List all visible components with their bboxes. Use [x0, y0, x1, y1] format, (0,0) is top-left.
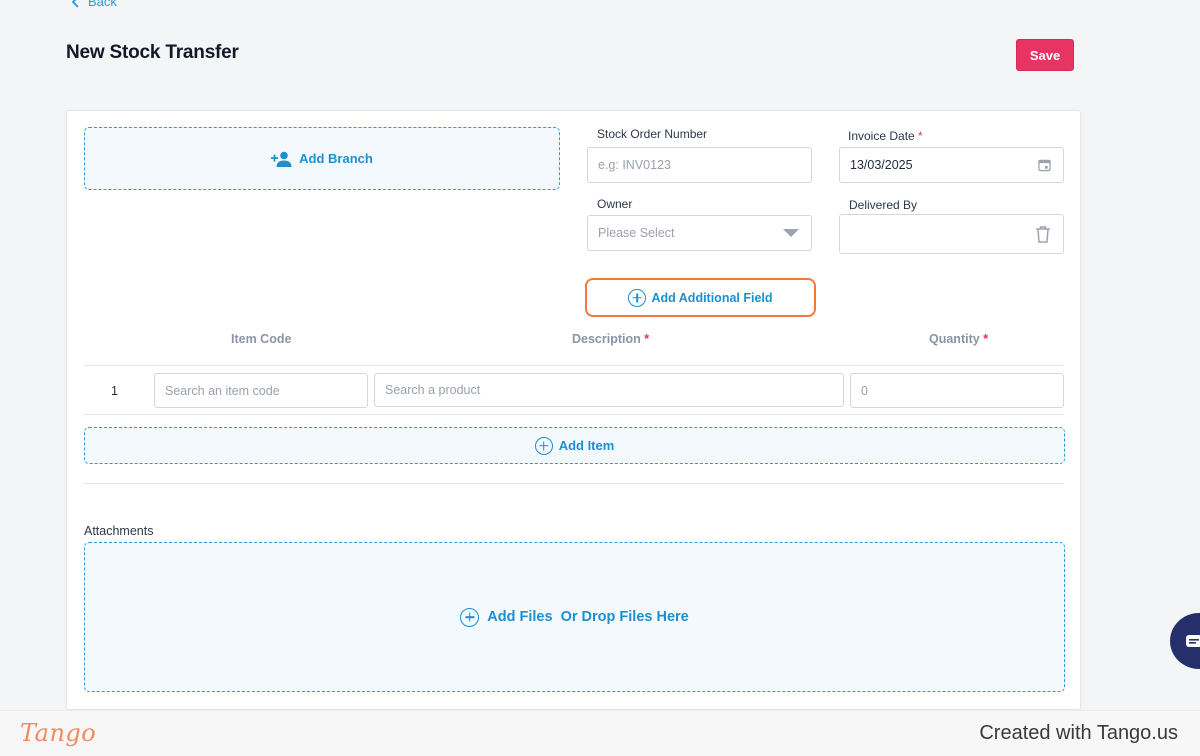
add-additional-field-button[interactable]: Add Additional Field: [585, 278, 816, 317]
quantity-input[interactable]: 0: [850, 373, 1064, 408]
product-search-input[interactable]: Search a product: [374, 373, 844, 407]
column-header-item-code: Item Code: [231, 332, 292, 346]
trash-icon[interactable]: [1035, 225, 1051, 243]
stock-transfer-form: Add Branch Stock Order Number e.g: INV01…: [66, 110, 1081, 710]
chevron-left-icon: [71, 0, 79, 8]
invoice-date-value: 13/03/2025: [850, 158, 913, 172]
back-label: Back: [88, 0, 117, 9]
column-header-quantity: Quantity *: [929, 332, 989, 346]
chat-icon: [1186, 635, 1200, 647]
section-divider: [84, 483, 1064, 484]
required-mark: *: [918, 129, 923, 143]
owner-placeholder: Please Select: [598, 226, 675, 240]
required-mark: *: [983, 332, 989, 346]
stock-order-number-label: Stock Order Number: [597, 127, 708, 141]
delivered-by-label: Delivered By: [849, 198, 918, 212]
attachments-label: Attachments: [84, 524, 154, 538]
plus-circle-icon: [628, 288, 647, 307]
add-additional-field-label: Add Additional Field: [651, 290, 773, 305]
stock-order-number-input[interactable]: e.g: INV0123: [587, 147, 812, 183]
tango-logo: Tango: [20, 719, 97, 747]
chat-widget-button[interactable]: [1170, 613, 1200, 669]
add-branch-label: Add Branch: [299, 151, 373, 166]
owner-select[interactable]: Please Select: [587, 215, 812, 251]
save-button[interactable]: Save: [1016, 39, 1074, 71]
table-divider: [84, 414, 1064, 415]
calendar-icon[interactable]: [1038, 159, 1051, 172]
dropzone-label: Add Files Or Drop Files Here: [487, 609, 689, 625]
add-user-icon: [271, 151, 292, 167]
owner-label: Owner: [597, 197, 633, 211]
delivered-by-input[interactable]: [839, 214, 1064, 254]
table-divider: [84, 365, 1064, 366]
add-branch-button[interactable]: Add Branch: [84, 127, 560, 190]
footer-bar: Tango Created with Tango.us: [0, 710, 1200, 756]
invoice-date-input[interactable]: 13/03/2025: [839, 147, 1064, 183]
file-dropzone[interactable]: Add Files Or Drop Files Here: [84, 542, 1065, 692]
created-with-text: Created with Tango.us: [979, 722, 1178, 744]
invoice-date-label: Invoice Date *: [848, 129, 923, 143]
row-number: 1: [111, 384, 118, 398]
add-item-label: Add Item: [558, 438, 615, 453]
plus-circle-icon: [534, 436, 553, 455]
plus-circle-icon: [460, 607, 480, 627]
chevron-down-icon: [783, 229, 799, 237]
item-code-input[interactable]: Search an item code: [154, 373, 368, 408]
required-mark: *: [644, 332, 650, 346]
stock-order-number-placeholder: e.g: INV0123: [598, 158, 671, 172]
column-header-description: Description *: [572, 332, 650, 346]
add-item-button[interactable]: Add Item: [84, 427, 1065, 464]
page-title: New Stock Transfer: [66, 42, 239, 63]
back-link[interactable]: Back: [70, 0, 117, 9]
